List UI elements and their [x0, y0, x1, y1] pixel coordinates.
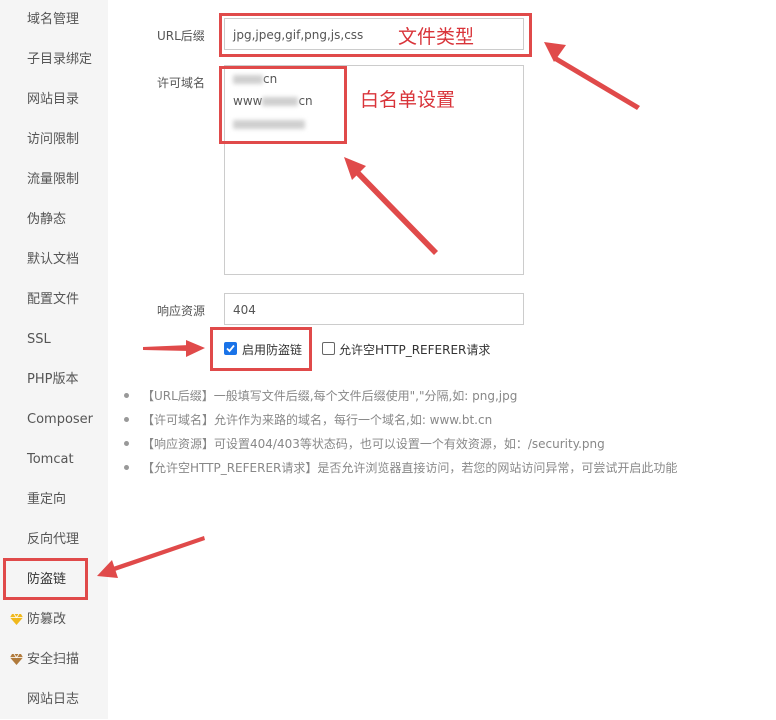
arrow-line: [353, 168, 438, 255]
arrow-line: [110, 536, 205, 572]
arrow-head: [97, 560, 118, 578]
annotation-arrows: [97, 42, 640, 578]
arrow-head: [186, 340, 205, 357]
arrow-line: [553, 56, 640, 110]
arrow-line: [143, 345, 190, 351]
arrow-head: [544, 42, 566, 62]
